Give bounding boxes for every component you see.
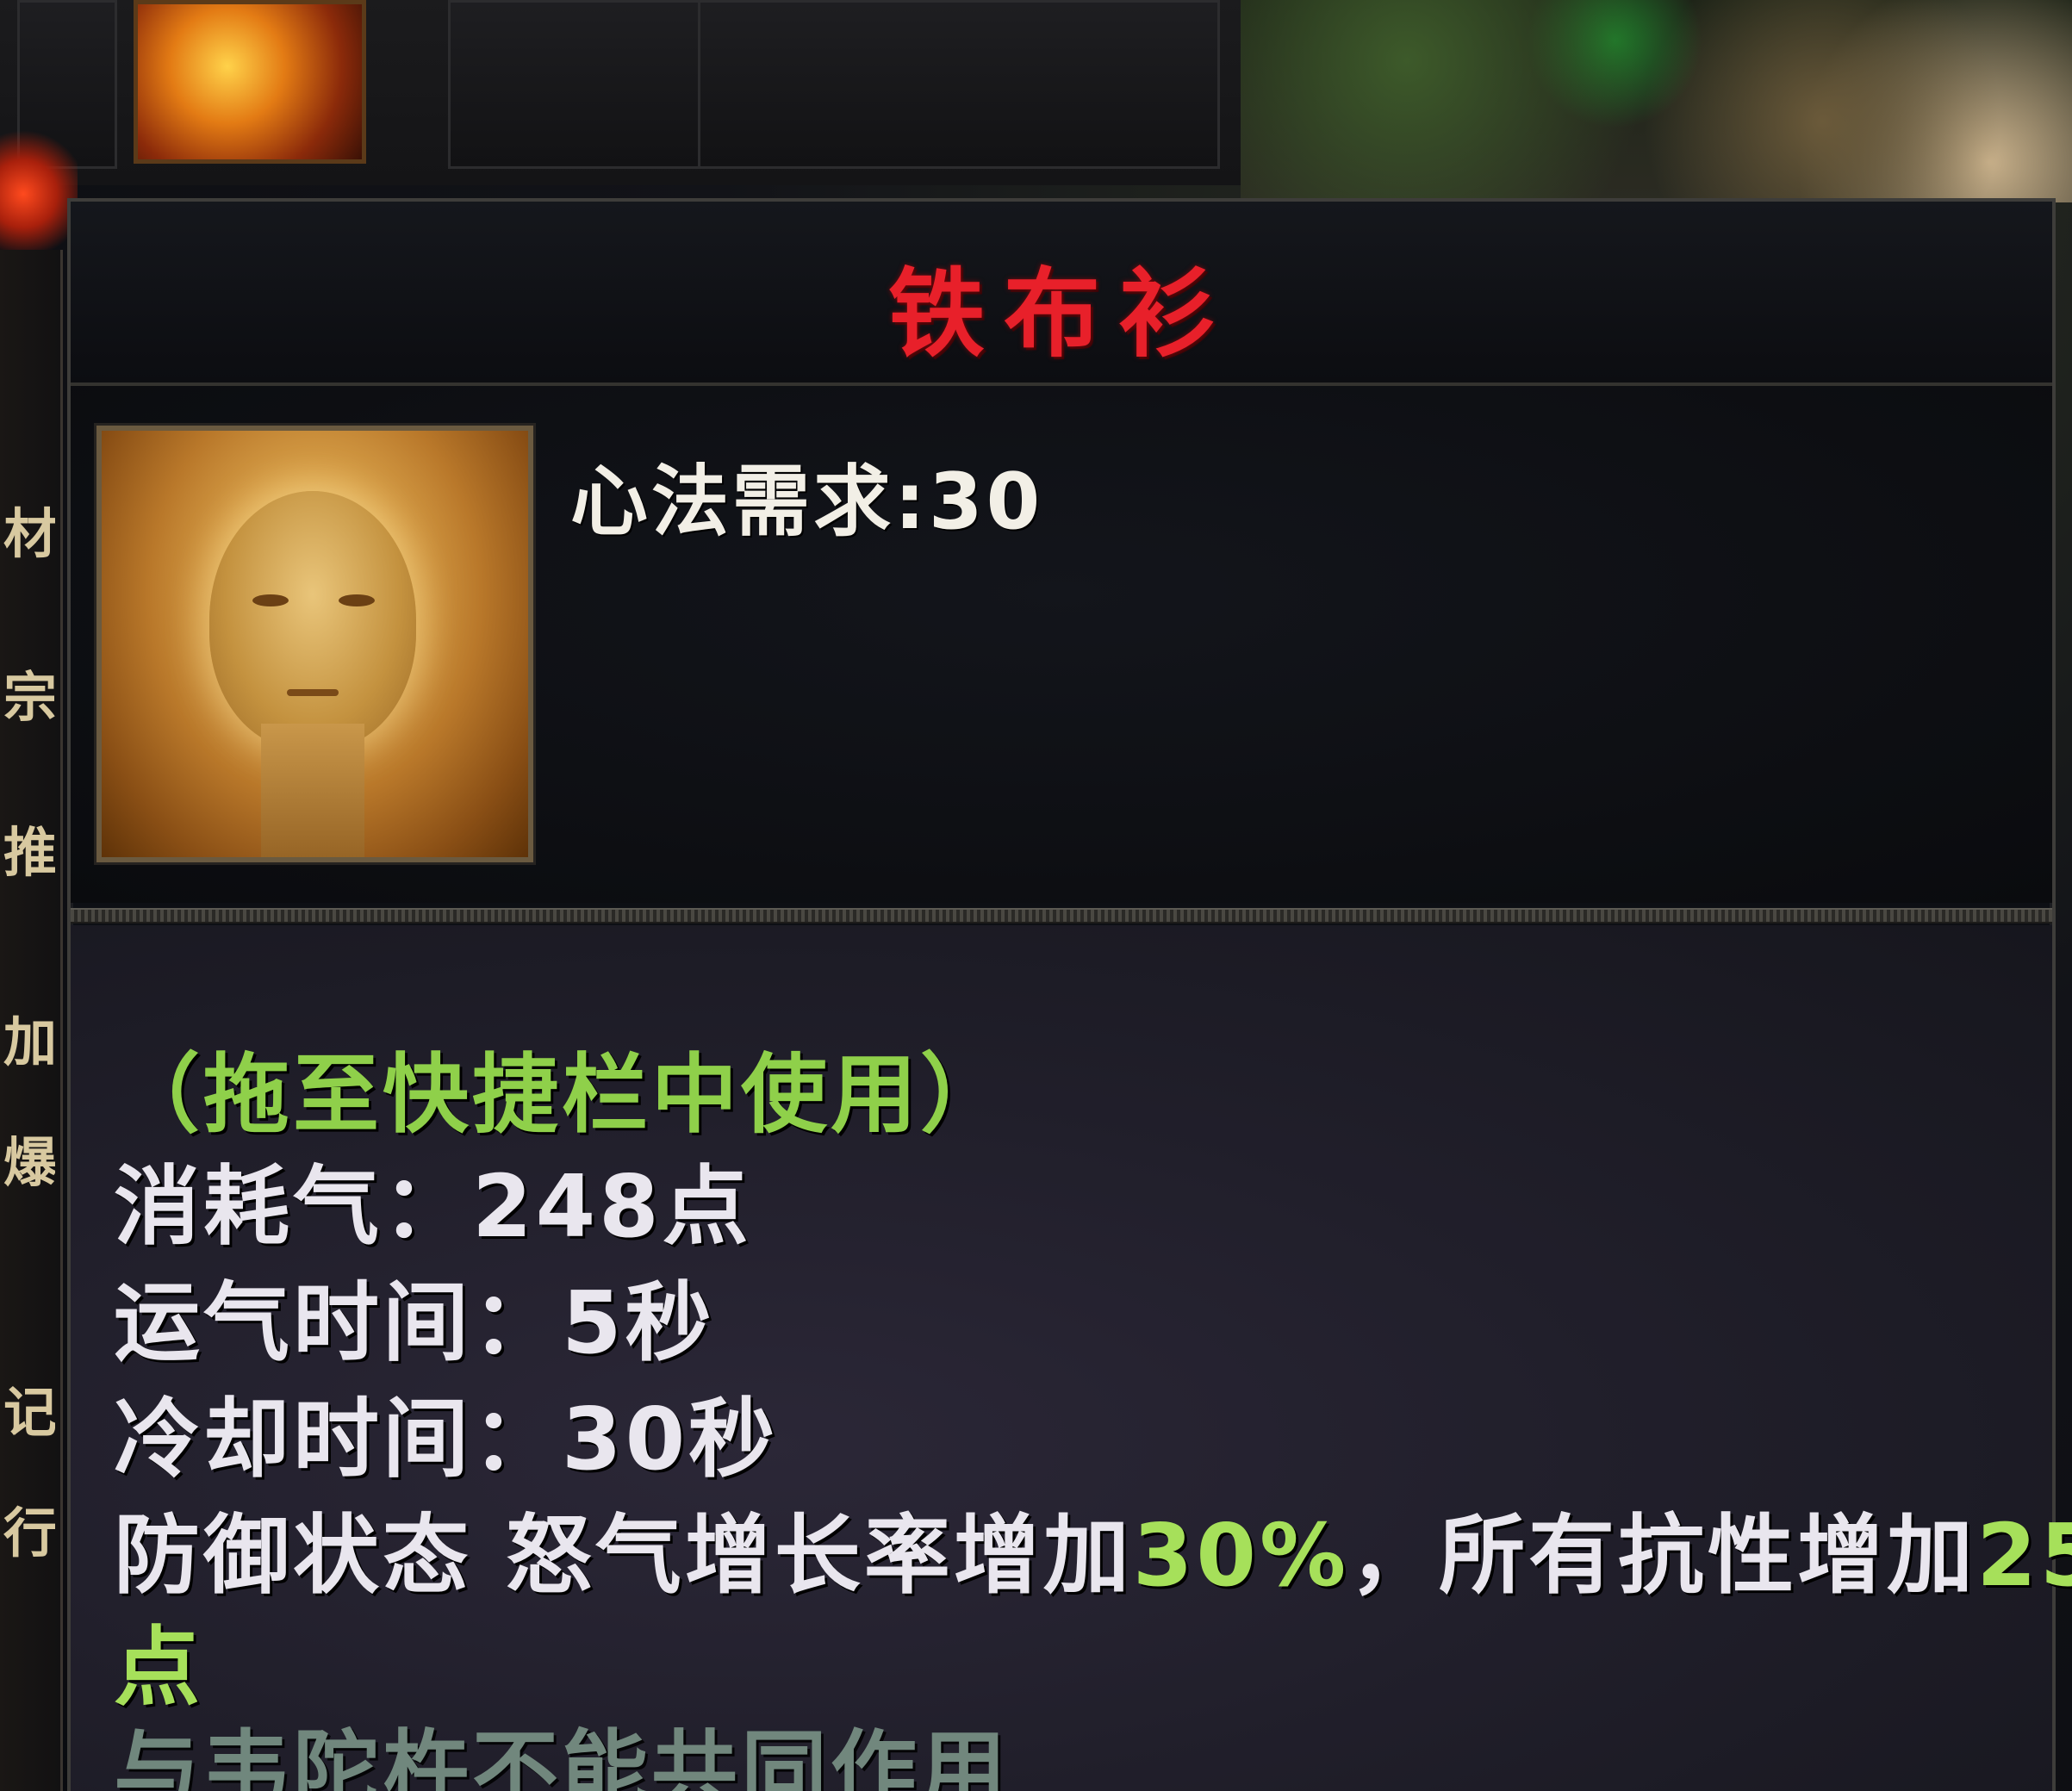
hud-slot[interactable]	[698, 0, 1220, 169]
channel-time-value: 5秒	[562, 1272, 715, 1373]
game-world-scenery	[1241, 0, 2072, 202]
channel-time-line: 运气时间：5秒	[114, 1253, 715, 1377]
portrait-mouth	[287, 689, 339, 696]
left-menu-glyph[interactable]: 记	[3, 1378, 55, 1447]
portrait-neck	[261, 724, 364, 857]
left-menu-glyph[interactable]: 材	[3, 500, 55, 569]
channel-time-label: 运气时间	[114, 1272, 472, 1373]
tooltip-title-bar: 铁布衫	[71, 202, 2052, 386]
portrait-eye	[252, 594, 289, 606]
section-divider	[71, 908, 2052, 923]
cooldown-label: 冷却时间	[114, 1389, 472, 1489]
cooldown-line: 冷却时间：30秒	[114, 1369, 778, 1494]
flame-effect	[0, 129, 78, 258]
skill-name: 铁布衫	[888, 258, 1235, 370]
left-menu-glyph[interactable]: 行	[3, 1499, 55, 1568]
effect-middle: ，所有抗性增加	[1349, 1505, 1977, 1606]
skill-tooltip: 铁布衫 心法需求:30 （拖至快捷栏中使用） 消耗气：248点 运气时间：5秒 …	[67, 198, 2072, 1791]
cooldown-separator: ：	[472, 1389, 562, 1489]
cost-value: 248点	[472, 1156, 752, 1257]
left-menu-glyph[interactable]: 宗	[3, 663, 55, 732]
left-menu-strip: 材 宗 推 加 爆 记 行	[0, 250, 63, 1791]
requirement-value: 30	[929, 457, 1044, 547]
game-screen: 材 宗 推 加 爆 记 行 铁布衫 心法需求:30 （拖至快捷栏中使用） 消耗气…	[0, 0, 2072, 1791]
effect-rage-value: 30%	[1132, 1505, 1350, 1606]
channel-time-separator: ：	[472, 1272, 562, 1373]
left-menu-glyph[interactable]: 加	[3, 1008, 55, 1077]
left-menu-glyph[interactable]: 推	[3, 818, 55, 887]
requirement-label: 心法需求	[570, 457, 894, 547]
requirement-separator: :	[894, 457, 929, 547]
tooltip-detail-panel: （拖至快捷栏中使用） 消耗气：248点 运气时间：5秒 冷却时间：30秒 防御状…	[71, 925, 2072, 1791]
effect-prefix: 防御状态 怒气增长率增加	[114, 1505, 1133, 1606]
skill-portrait-icon	[94, 423, 536, 865]
cost-line: 消耗气：248点	[114, 1136, 752, 1261]
requirement-line: 心法需求:30	[570, 438, 1043, 550]
effect-line: 防御状态 怒气增长率增加30%，所有抗性增加25	[114, 1485, 2072, 1610]
cost-label: 消耗气	[114, 1156, 383, 1257]
portrait-face	[209, 491, 416, 749]
portrait-eye	[339, 594, 375, 606]
effect-resist-value: 25	[1976, 1505, 2072, 1606]
hud-slot[interactable]	[448, 0, 703, 169]
usage-hint: （拖至快捷栏中使用）	[114, 1044, 1010, 1145]
left-menu-glyph[interactable]: 爆	[3, 1129, 55, 1197]
cost-separator: ：	[383, 1156, 472, 1257]
hud-fire-skill-icon[interactable]	[134, 0, 366, 164]
conflict-note: 与韦陀杵不能共同作用	[114, 1720, 1010, 1791]
cooldown-value: 30秒	[562, 1389, 779, 1489]
